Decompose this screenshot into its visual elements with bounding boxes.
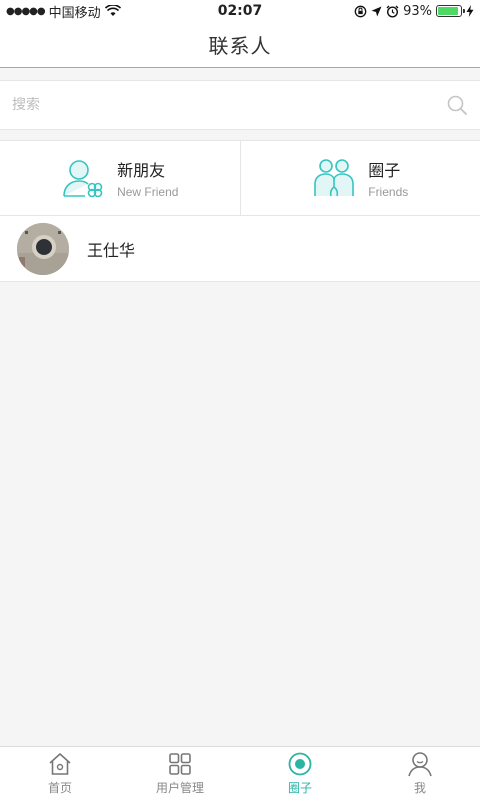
tab-user-management-label: 用户管理 (155, 781, 204, 795)
new-friend-title: 新朋友 (117, 161, 166, 180)
new-friend-icon (63, 160, 103, 198)
tab-me[interactable]: 我 (360, 747, 480, 800)
avatar-photo (17, 222, 69, 275)
friends-circle-button[interactable]: 圈子 Friends (239, 141, 480, 215)
battery-level (438, 7, 459, 15)
tab-me-label: 我 (413, 781, 426, 795)
new-friend-text: 新朋友 New Friend (117, 157, 178, 199)
tab-home-label: 首页 (47, 781, 72, 795)
new-friend-subtitle: New Friend (117, 185, 179, 199)
carrier-label: 中国移动 (48, 5, 101, 21)
circle-icon (288, 752, 312, 776)
navigation-bar: 联系人 (0, 22, 480, 68)
friends-text: 圈子 Friends (368, 157, 408, 199)
tab-user-management[interactable]: 用户管理 (120, 747, 240, 800)
rotation-lock-icon (354, 5, 367, 17)
tab-circle[interactable]: 圈子 (240, 747, 360, 800)
status-right: 93% (354, 4, 474, 19)
charging-icon (466, 5, 474, 17)
status-left: ●●●●● 中国移动 (6, 2, 121, 21)
contact-row[interactable]: 王仕华 (0, 216, 480, 282)
signal-icon: ●●●●● (6, 5, 46, 17)
battery-percent: 93% (403, 3, 432, 19)
search-icon[interactable] (446, 94, 468, 116)
search-input[interactable] (12, 97, 446, 113)
friends-icon (314, 159, 355, 197)
avatar (17, 222, 69, 275)
quick-links: 新朋友 New Friend 圈子 Friends (0, 140, 480, 216)
home-icon (49, 753, 71, 775)
battery-icon (436, 5, 465, 17)
tab-circle-label: 圈子 (287, 781, 312, 795)
search-bar[interactable] (0, 80, 480, 130)
profile-icon (408, 752, 432, 777)
tab-home[interactable]: 首页 (0, 747, 120, 800)
wifi-icon (104, 5, 121, 16)
location-icon (371, 6, 382, 16)
grid-icon (169, 753, 191, 775)
status-bar: ●●●●● 中国移动 02:07 93% (0, 0, 480, 22)
contact-name: 王仕华 (87, 240, 136, 260)
friends-title: 圈子 (368, 161, 401, 180)
page-title: 联系人 (208, 34, 272, 58)
new-friend-button[interactable]: 新朋友 New Friend (0, 141, 240, 215)
tab-bar: 首页 用户管理 圈子 我 (0, 746, 480, 800)
friends-subtitle: Friends (368, 185, 409, 199)
alarm-icon (386, 5, 399, 18)
contact-list: 王仕华 (0, 216, 480, 282)
